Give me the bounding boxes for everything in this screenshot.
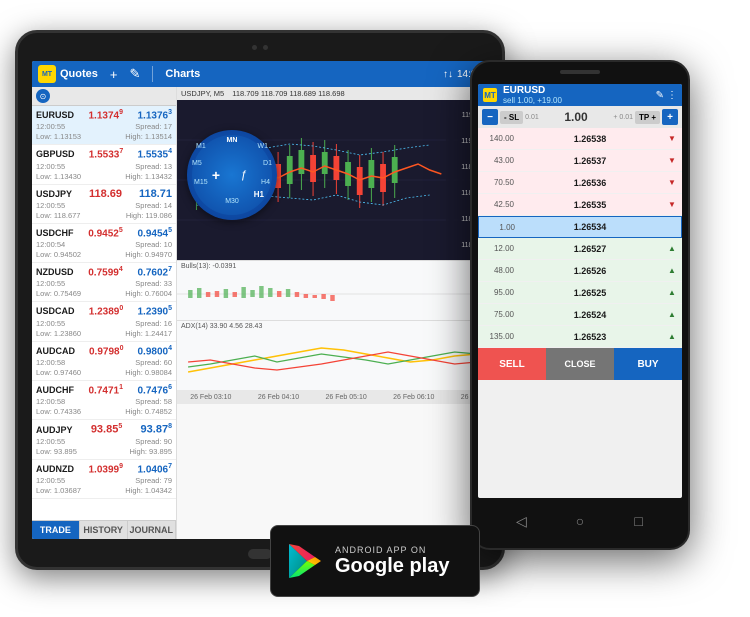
list-item[interactable]: AUDCAD 0.97980 0.98004 12:00:58 Spread: …: [32, 342, 176, 381]
list-item[interactable]: 135.00 1.26523 ▲: [478, 326, 682, 348]
list-item-selected[interactable]: 1.00 1.26534: [478, 216, 682, 238]
list-item[interactable]: NZDUSD 0.75994 0.76027 12:00:55 Spread: …: [32, 263, 176, 302]
adx-indicator: ADX(14) 33.90 4.56 28.43: [177, 320, 488, 390]
charts-panel: USDJPY, M5 118.709 118.709 118.689 118.6…: [177, 87, 488, 539]
phone-topbar: MT EURUSD sell 1.00, +19.00 ✎ ⋮: [478, 84, 682, 106]
tablet-topbar: MT Quotes + ✎ Charts ↑↓ 14:00: [32, 61, 488, 87]
trade-controls: − - SL 0.01 1.00 + 0.01 TP + +: [478, 106, 682, 128]
topbar-left: MT Quotes + ✎ Charts: [38, 65, 200, 83]
gplay-text: ANDROID APP ON Google play: [335, 545, 449, 577]
tf-d1[interactable]: D1: [263, 160, 272, 167]
tp-plus-btn[interactable]: +: [662, 109, 678, 125]
tf-m1[interactable]: M1: [196, 143, 206, 150]
phone-screen: MT EURUSD sell 1.00, +19.00 ✎ ⋮ − - SL 0…: [478, 84, 682, 498]
tablet-home-button[interactable]: [248, 549, 272, 559]
bulls-indicator: Bulls(13): -0.0391: [177, 260, 488, 320]
tf-m15[interactable]: M15: [194, 179, 208, 186]
scene: MT Quotes + ✎ Charts ↑↓ 14:00: [0, 0, 750, 617]
list-item[interactable]: 70.50 1.26536 ▼: [478, 172, 682, 194]
sell-button[interactable]: SELL: [478, 348, 546, 380]
quotes-tab-label[interactable]: Quotes: [60, 68, 98, 80]
tablet-screen: MT Quotes + ✎ Charts ↑↓ 14:00: [32, 61, 488, 539]
volume-display: 1.00: [541, 110, 612, 124]
quotes-footer: TRADE HISTORY JOURNAL: [32, 520, 176, 539]
phone-speaker: [560, 70, 600, 74]
tf-plus[interactable]: +: [212, 167, 220, 183]
edit-icon[interactable]: ✎: [130, 66, 141, 82]
list-item[interactable]: 12.00 1.26527 ▲: [478, 238, 682, 260]
phone-navigation: ◁ ○ □: [472, 502, 688, 540]
tp-step: + 0.01: [613, 114, 633, 121]
list-item[interactable]: USDCHF 0.94525 0.94545 12:00:54 Spread: …: [32, 224, 176, 263]
panel-icon: ⊙: [36, 89, 50, 103]
list-item[interactable]: EURUSD 1.13749 1.13763 12:00:55 Spread: …: [32, 106, 176, 145]
journal-tab[interactable]: JOURNAL: [128, 521, 177, 539]
tf-m30[interactable]: M30: [225, 198, 239, 205]
adx-chart: [177, 332, 488, 387]
chart-info-bar: USDJPY, M5 118.709 118.709 118.689 118.6…: [177, 87, 488, 100]
list-item[interactable]: 140.00 1.26538 ▼: [478, 128, 682, 150]
signal-icon: ↑↓: [443, 69, 453, 80]
sl-step: 0.01: [525, 114, 539, 121]
tf-w1[interactable]: W1: [258, 143, 269, 150]
timeframe-selector[interactable]: MN W1 D1 H4 H1 M30 M15 M5 M1 +: [187, 130, 277, 220]
back-button[interactable]: ◁: [510, 510, 532, 532]
list-item[interactable]: GBPUSD 1.55337 1.55354 12:00:55 Spread: …: [32, 145, 176, 184]
google-play-icon: [285, 541, 325, 581]
tf-h1[interactable]: H1: [254, 190, 264, 199]
candlestick-chart: MN W1 D1 H4 H1 M30 M15 M5 M1 +: [177, 100, 488, 260]
phone-topbar-left: MT EURUSD sell 1.00, +19.00: [483, 85, 562, 105]
phone-topbar-right: ✎ ⋮: [656, 90, 677, 101]
list-item[interactable]: 42.50 1.26535 ▼: [478, 194, 682, 216]
phone-more-icon[interactable]: ⋮: [667, 90, 677, 101]
sl-label: - SL: [500, 111, 523, 124]
list-item[interactable]: 48.00 1.26526 ▲: [478, 260, 682, 282]
gplay-bottom-text: Google play: [335, 555, 449, 577]
quotes-panel-header: ⊙: [32, 87, 176, 106]
list-item[interactable]: USDCAD 1.23890 1.23905 12:00:55 Spread: …: [32, 302, 176, 341]
chart-pair: USDJPY, M5: [181, 89, 224, 98]
trade-tab[interactable]: TRADE: [32, 521, 80, 539]
tf-m5[interactable]: M5: [192, 160, 202, 167]
close-button[interactable]: CLOSE: [546, 348, 614, 380]
phone-device: MT EURUSD sell 1.00, +19.00 ✎ ⋮ − - SL 0…: [470, 60, 690, 550]
history-tab[interactable]: HISTORY: [80, 521, 128, 539]
list-item[interactable]: 75.00 1.26524 ▲: [478, 304, 682, 326]
trade-buttons: SELL CLOSE BUY: [478, 348, 682, 380]
date-axis: 26 Feb 03:10 26 Feb 04:10 26 Feb 05:10 2…: [177, 390, 488, 404]
orderbook: 140.00 1.26538 ▼ 43.00 1.26537 ▼ 70.50 1…: [478, 128, 682, 348]
add-icon[interactable]: +: [110, 67, 118, 82]
list-item[interactable]: AUDCHF 0.74711 0.74766 12:00:58 Spread: …: [32, 381, 176, 420]
tablet-content: ⊙ EURUSD 1.13749 1.13763 12:00:55 Spread…: [32, 87, 488, 539]
list-item[interactable]: AUDNZD 1.03999 1.04067 12:00:55 Spread: …: [32, 460, 176, 499]
phone-trade-info: sell 1.00, +19.00: [503, 96, 562, 105]
list-item[interactable]: USDJPY 118.69 118.71 12:00:55 Spread: 14…: [32, 185, 176, 224]
google-play-badge[interactable]: ANDROID APP ON Google play: [270, 525, 480, 597]
list-item[interactable]: 95.00 1.26525 ▲: [478, 282, 682, 304]
phone-app-icon: MT: [483, 88, 497, 102]
tablet-device: MT Quotes + ✎ Charts ↑↓ 14:00: [15, 30, 505, 570]
tf-func[interactable]: ƒ: [241, 169, 247, 181]
home-button[interactable]: ○: [569, 510, 591, 532]
tp-label: TP +: [635, 111, 660, 124]
sl-minus-btn[interactable]: −: [482, 109, 498, 125]
charts-tab-label[interactable]: Charts: [165, 68, 200, 80]
recents-button[interactable]: □: [628, 510, 650, 532]
tf-h4[interactable]: H4: [261, 179, 270, 186]
tab-divider: [152, 66, 153, 82]
bulls-chart: [177, 272, 488, 317]
phone-pair: EURUSD: [503, 85, 562, 96]
list-item[interactable]: 43.00 1.26537 ▼: [478, 150, 682, 172]
app-logo: MT: [38, 65, 56, 83]
list-item[interactable]: AUDJPY 93.855 93.878 12:00:55 Spread: 90…: [32, 420, 176, 460]
quotes-panel: ⊙ EURUSD 1.13749 1.13763 12:00:55 Spread…: [32, 87, 177, 539]
gplay-top-text: ANDROID APP ON: [335, 545, 449, 555]
phone-edit-icon[interactable]: ✎: [656, 90, 664, 101]
tablet-camera: [252, 45, 268, 50]
buy-button[interactable]: BUY: [614, 348, 682, 380]
tf-mn[interactable]: MN: [227, 137, 238, 144]
